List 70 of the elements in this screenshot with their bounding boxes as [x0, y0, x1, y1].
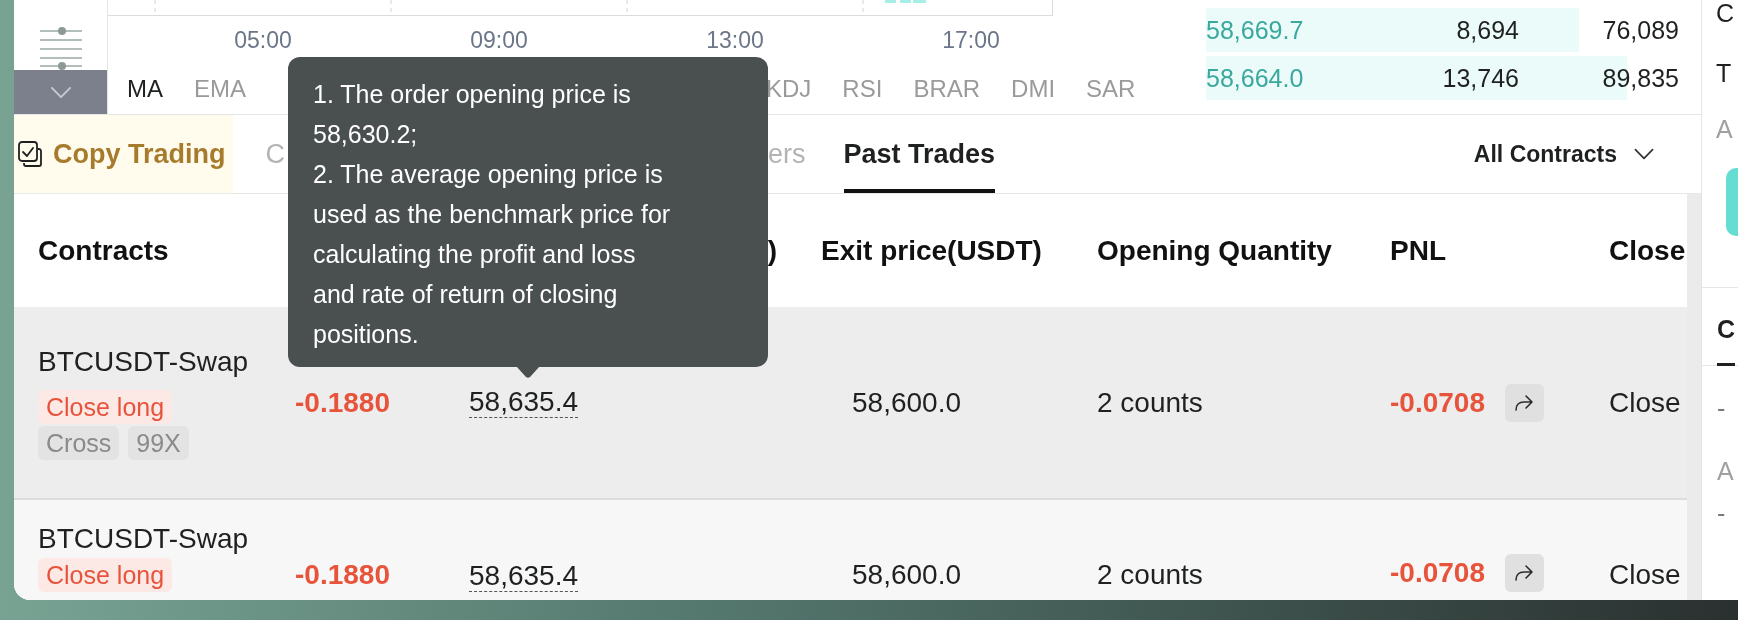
action-button[interactable]: [1726, 168, 1738, 236]
order-tag: Cross: [38, 426, 120, 460]
column-header: PNL: [1390, 233, 1446, 268]
indicator-tab[interactable]: KDJ: [766, 74, 812, 104]
contract-name: BTCUSDT-Swap: [38, 345, 249, 379]
tooltip-text: 1. The order opening price is 58,630.2;: [313, 79, 632, 150]
order-price: 58,664.0: [1206, 63, 1304, 93]
chevron-down-icon: [1633, 148, 1655, 160]
indicator-tab[interactable]: BRAR: [913, 74, 981, 104]
contract-filter-label: All Contracts: [1473, 140, 1617, 169]
indicator-tab[interactable]: RSI: [842, 74, 883, 104]
time-axis-label: 17:00: [942, 26, 1000, 54]
table-cell: Close: [1609, 385, 1681, 420]
side-panel-tab[interactable]: C: [1717, 316, 1736, 366]
table-cell: 58,600.0: [852, 385, 961, 420]
orders-tab[interactable]: C: [265, 115, 285, 193]
column-header: ): [767, 233, 777, 268]
table-cell: 2 counts: [1097, 558, 1203, 592]
order-total: 89,835: [1602, 63, 1679, 93]
collapse-button[interactable]: [14, 70, 107, 114]
side-panel-text: C: [1715, 0, 1736, 26]
order-tag: Close long: [38, 390, 173, 424]
contract-filter-dropdown[interactable]: All Contracts: [1473, 115, 1655, 193]
time-axis-label: 09:00: [470, 26, 528, 54]
candle: [885, 0, 896, 3]
table-cell: Close: [1609, 558, 1681, 592]
share-button[interactable]: [1504, 554, 1544, 592]
copy-trading-label: Copy Trading: [53, 138, 226, 171]
side-panel-text: -: [1716, 500, 1727, 526]
side-panel-text: A: [1715, 116, 1734, 142]
column-header: Contracts: [38, 233, 169, 268]
order-price: 58,669.7: [1206, 15, 1304, 45]
table-cell: 58,600.0: [852, 558, 961, 592]
checked-box-icon: [18, 141, 42, 167]
table-cell: 2 counts: [1097, 385, 1203, 420]
table-cell: 58,635.4: [469, 561, 578, 592]
orders-tab[interactable]: ers: [768, 115, 806, 193]
order-amount: 8,694: [1456, 15, 1519, 45]
share-icon: [1514, 393, 1535, 412]
column-header: Opening Quantity: [1097, 233, 1332, 268]
table-cell: -0.1880: [295, 558, 390, 592]
candle: [913, 0, 926, 3]
order-tag: Close long: [38, 558, 173, 592]
tooltip-text: 2. The average opening price is used as the benchmark price for calculating the profit and loss and rate of return of closing positions.: [313, 159, 672, 350]
contract-name: BTCUSDT-Swap: [38, 522, 249, 556]
column-header: Exit price(USDT): [821, 233, 1042, 268]
side-panel-text: T: [1715, 60, 1733, 86]
side-panel-text: A: [1716, 458, 1735, 484]
order-total: 76,089: [1602, 15, 1679, 45]
indicator-tab[interactable]: EMA: [194, 74, 246, 104]
order-tag: 99X: [128, 426, 189, 460]
side-panel-text: -: [1716, 395, 1727, 421]
table-cell: -0.1880: [295, 385, 390, 420]
scrollbar[interactable]: [1687, 194, 1701, 600]
time-axis-label: 13:00: [706, 26, 764, 54]
column-header: Close: [1609, 233, 1686, 268]
table-cell: -0.0708: [1390, 556, 1485, 590]
indicator-tab[interactable]: MA: [127, 74, 163, 104]
chevron-down-icon: [49, 85, 72, 99]
table-cell: 58,635.4: [469, 387, 578, 418]
copy-trading-button[interactable]: Copy Trading: [14, 115, 233, 193]
share-icon: [1514, 564, 1535, 582]
candle: [900, 0, 911, 3]
order-amount: 13,746: [1442, 63, 1519, 93]
table-cell: -0.0708: [1390, 385, 1485, 420]
indicator-tab[interactable]: SAR: [1086, 74, 1136, 104]
share-button[interactable]: [1504, 383, 1544, 422]
indicator-tab[interactable]: DMI: [1011, 74, 1056, 104]
sliders-icon: [39, 26, 82, 70]
time-axis-label: 05:00: [234, 26, 292, 54]
